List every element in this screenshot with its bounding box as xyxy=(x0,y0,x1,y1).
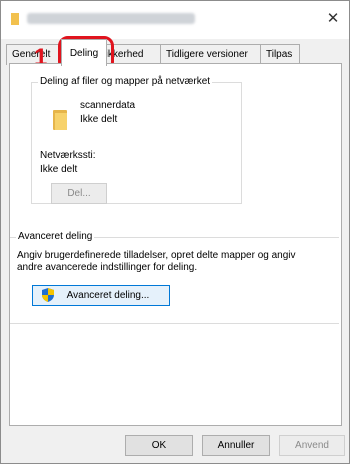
window-title-blurred xyxy=(27,13,195,24)
folder-icon xyxy=(53,110,67,130)
network-path-label: Netværkssti: xyxy=(40,150,96,161)
advanced-sharing-description-line1: Angiv brugerdefinerede tilladelser, opre… xyxy=(17,250,296,261)
advanced-sharing-group: Avanceret deling Angiv brugerdefinerede … xyxy=(10,231,339,324)
advanced-sharing-description-line2: andre avancerede indstillinger for delin… xyxy=(17,262,198,273)
shared-folder-status: Ikke delt xyxy=(80,114,118,125)
tab-panel-sharing: Deling af filer og mapper på netværket s… xyxy=(9,63,342,426)
advanced-sharing-button-label: Avanceret deling... xyxy=(66,290,150,301)
title-bar: ✕ xyxy=(1,1,349,39)
network-path-value: Ikke delt xyxy=(40,164,78,175)
network-sharing-legend: Deling af filer og mapper på netværket xyxy=(38,76,213,87)
advanced-sharing-legend: Avanceret deling xyxy=(16,231,95,242)
apply-button[interactable]: Anvend xyxy=(279,435,345,456)
tab-general[interactable]: Generelt xyxy=(6,44,60,65)
shield-icon xyxy=(42,288,54,302)
advanced-sharing-button[interactable]: Avanceret deling... xyxy=(32,285,170,306)
network-sharing-group: Deling af filer og mapper på netværket s… xyxy=(31,76,242,204)
share-button[interactable]: Del... xyxy=(51,183,107,204)
folder-icon xyxy=(11,13,19,25)
close-icon[interactable]: ✕ xyxy=(325,11,341,27)
tab-sharing[interactable]: Deling xyxy=(61,39,107,66)
cancel-button[interactable]: Annuller xyxy=(202,435,270,456)
properties-window: ✕ Generelt Deling Sikkerhed Tidligere ve… xyxy=(0,0,350,464)
ok-button[interactable]: OK xyxy=(125,435,193,456)
tab-customize[interactable]: Tilpas xyxy=(260,44,300,65)
tab-previous-versions[interactable]: Tidligere versioner xyxy=(160,44,262,65)
shared-folder-name: scannerdata xyxy=(80,100,136,111)
